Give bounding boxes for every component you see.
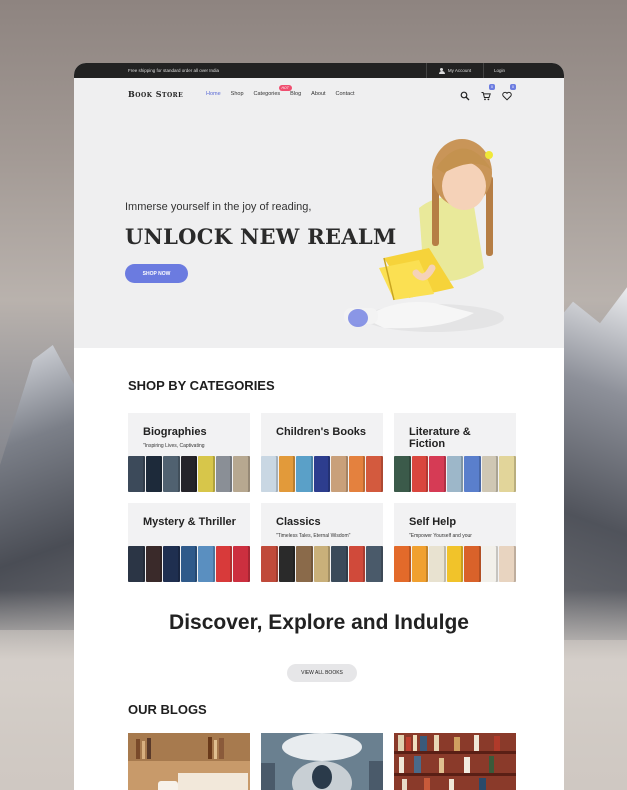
- cart-icon[interactable]: 0: [481, 84, 495, 101]
- hero-subtitle: Immerse yourself in the joy of reading,: [125, 201, 312, 213]
- cart-count: 0: [489, 84, 495, 90]
- my-account-link[interactable]: My Account: [426, 63, 484, 78]
- category-card-classics[interactable]: Classics "Timeless Tales, Eternal Wisdom…: [261, 503, 383, 582]
- nav-categories-label: Categories: [253, 91, 281, 97]
- category-desc: "Timeless Tales, Eternal Wisdom": [276, 533, 351, 539]
- blogs-heading: OUR BLOGS: [128, 702, 207, 717]
- blog-card-3[interactable]: [394, 733, 516, 790]
- category-card-biographies[interactable]: Biographies "Inspiring Lives, Captivatin…: [128, 413, 250, 492]
- book-covers: [261, 454, 383, 492]
- blog-card-1[interactable]: [128, 733, 250, 790]
- website-mockup: Free shipping for standard order all ove…: [74, 63, 564, 790]
- category-desc: "Empower Yourself and your: [409, 533, 472, 539]
- search-icon[interactable]: [460, 88, 470, 101]
- category-desc: "Inspiring Lives, Captivating: [143, 443, 205, 449]
- category-card-literature-fiction[interactable]: Literature & Fiction: [394, 413, 516, 492]
- user-icon: [438, 67, 445, 74]
- nav-home[interactable]: Home: [206, 91, 221, 97]
- category-card-childrens-books[interactable]: Children's Books: [261, 413, 383, 492]
- nav-about[interactable]: About: [311, 91, 325, 97]
- category-card-self-help[interactable]: Self Help "Empower Yourself and your: [394, 503, 516, 582]
- nav-categories[interactable]: Categories HOT: [253, 85, 292, 97]
- nav-shop[interactable]: Shop: [231, 91, 244, 97]
- view-all-books-button[interactable]: VIEW ALL BOOKS: [287, 664, 357, 682]
- category-title: Self Help: [409, 516, 457, 528]
- blog-image-bookshelf: [394, 733, 516, 790]
- top-bar: Free shipping for standard order all ove…: [74, 63, 564, 78]
- nav-contact[interactable]: Contact: [336, 91, 355, 97]
- nav-blog[interactable]: Blog: [290, 91, 301, 97]
- shop-now-button[interactable]: SHOP NOW: [125, 264, 188, 283]
- category-title: Literature & Fiction: [409, 426, 471, 450]
- category-title: Biographies: [143, 426, 207, 438]
- category-title: Mystery & Thriller: [143, 516, 236, 528]
- wishlist-count: 0: [510, 84, 516, 90]
- girl-reading-image: [344, 139, 504, 332]
- book-covers: [128, 544, 250, 582]
- login-link[interactable]: Login: [494, 68, 505, 73]
- blog-card-2[interactable]: [261, 733, 383, 790]
- heart-icon[interactable]: 0: [502, 84, 516, 101]
- nav-icons: 0 0: [460, 84, 516, 101]
- book-covers: [394, 454, 516, 492]
- book-covers: [394, 544, 516, 582]
- blog-image-girl-books: [261, 733, 383, 790]
- book-covers: [261, 544, 383, 582]
- hero-section: Book Store Home Shop Categories HOT Blog …: [74, 78, 564, 348]
- category-title: Children's Books: [276, 426, 367, 438]
- main-nav: Book Store Home Shop Categories HOT Blog …: [74, 78, 564, 110]
- category-card-mystery-thriller[interactable]: Mystery & Thriller: [128, 503, 250, 582]
- shipping-notice: Free shipping for standard order all ove…: [128, 68, 220, 73]
- categories-heading: SHOP BY CATEGORIES: [128, 378, 275, 393]
- logo[interactable]: Book Store: [128, 89, 183, 99]
- discover-heading: Discover, Explore and Indulge: [169, 611, 469, 634]
- nav-menu: Home Shop Categories HOT Blog About Conta…: [206, 85, 355, 97]
- category-title: Classics: [276, 516, 321, 528]
- blog-image-cozy-reading: [128, 733, 250, 790]
- book-covers: [128, 454, 250, 492]
- my-account-label: My Account: [447, 68, 472, 73]
